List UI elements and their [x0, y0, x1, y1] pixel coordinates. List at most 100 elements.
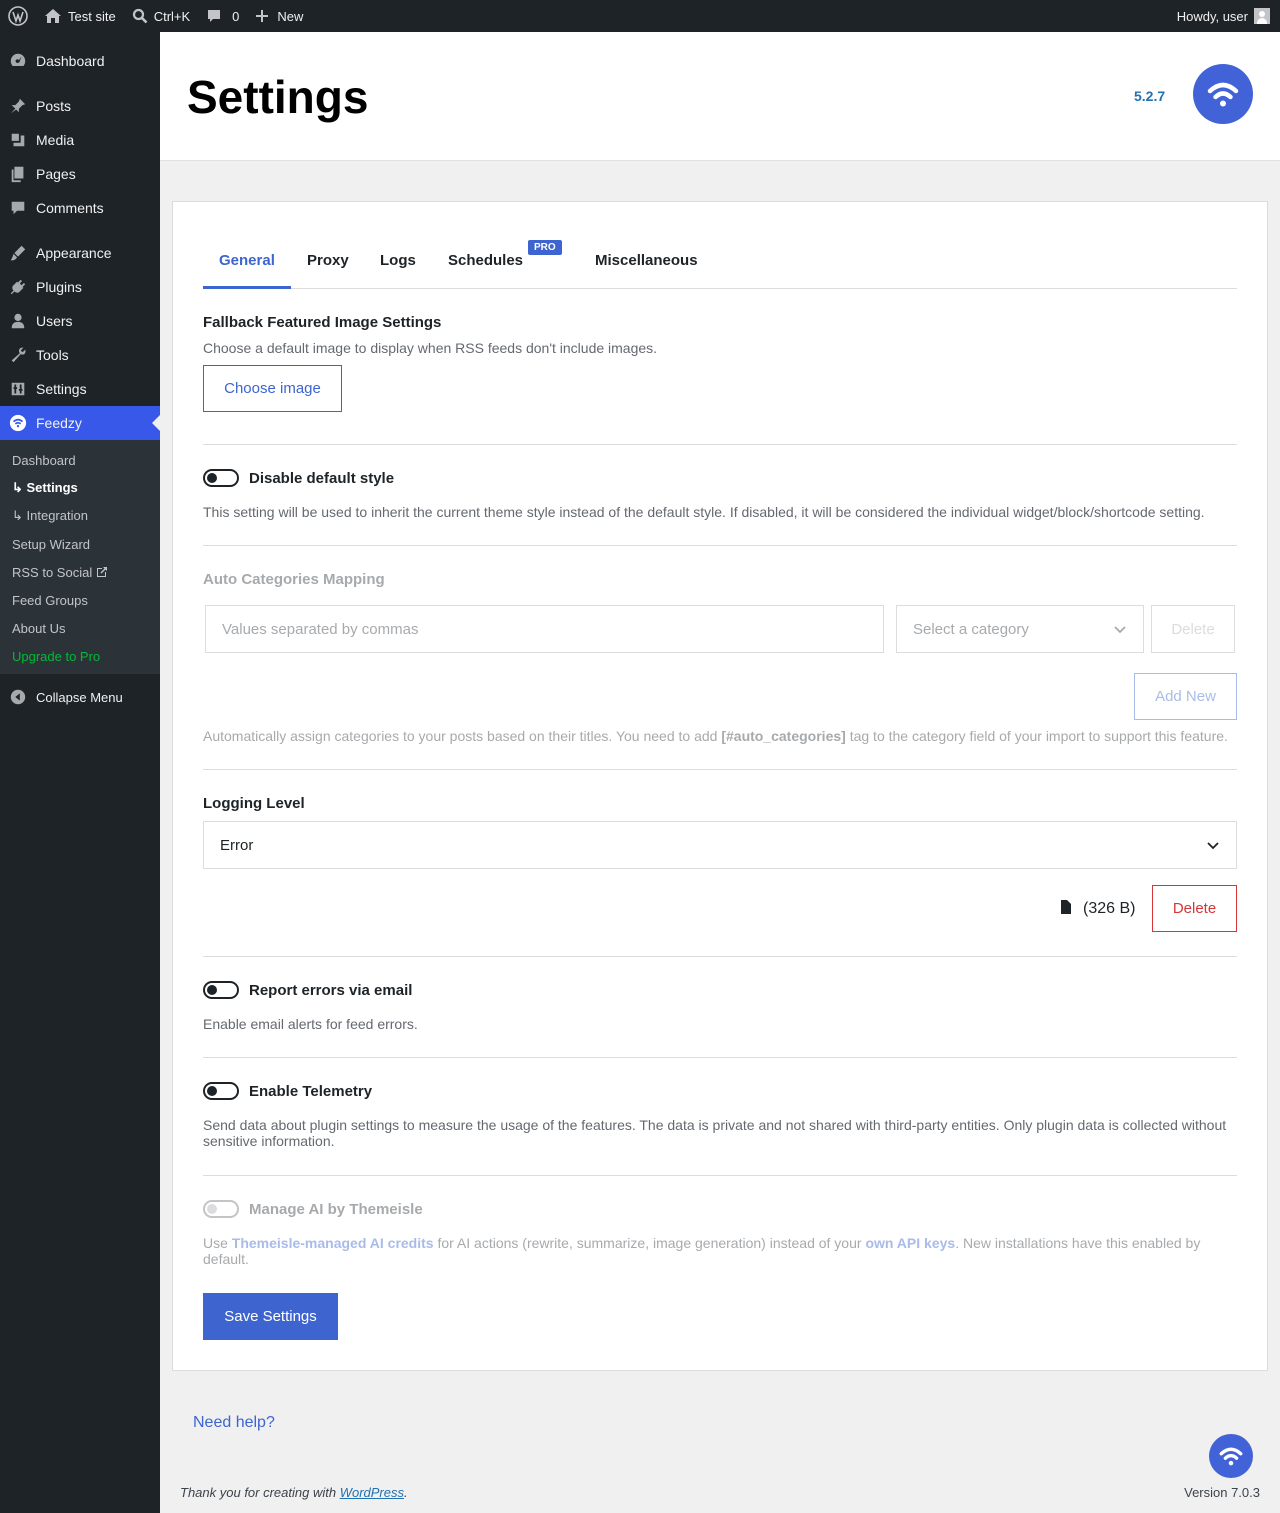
manage-ai-toggle[interactable] [203, 1200, 239, 1218]
category-values-placeholder: Values separated by commas [222, 620, 419, 638]
sidebar-item-settings[interactable]: Settings [0, 372, 160, 406]
logging-level-value: Error [220, 836, 254, 854]
disable-style-label: Disable default style [249, 470, 395, 487]
wordpress-logo-icon[interactable] [0, 0, 36, 32]
collapse-label: Collapse Menu [36, 689, 123, 705]
disable-style-description: This setting will be used to inherit the… [203, 504, 1205, 520]
submenu-item-integration[interactable]: ↳ Integration [0, 502, 160, 530]
brush-icon [0, 244, 36, 262]
footer-version: Version 7.0.3 [1184, 1485, 1260, 1500]
sidebar-item-label: Media [36, 132, 75, 148]
tab-logs[interactable]: Logs [364, 240, 432, 289]
disable-style-toggle[interactable] [203, 469, 239, 487]
feedzy-submenu: Dashboard ↳ Settings ↳ Integration Setup… [0, 440, 160, 674]
feedzy-help-button[interactable] [1209, 1434, 1253, 1478]
account-menu[interactable]: Howdy, user [1169, 0, 1280, 32]
comment-icon [0, 199, 36, 217]
comments-count: 0 [232, 8, 240, 24]
sidebar-item-label: Settings [36, 381, 87, 397]
feedzy-logo-icon [1193, 64, 1253, 124]
admin-bar: Test site Ctrl+K 0 New Howdy, user [0, 0, 1280, 32]
comments-link[interactable]: 0 [198, 0, 247, 32]
sidebar-item-label: Feedzy [36, 415, 82, 431]
wordpress-link[interactable]: WordPress [340, 1485, 404, 1500]
divider [203, 956, 1237, 957]
report-errors-label: Report errors via email [249, 982, 413, 999]
sidebar-item-dashboard[interactable]: Dashboard [0, 44, 160, 78]
collapse-icon [0, 688, 36, 706]
sidebar-item-pages[interactable]: Pages [0, 157, 160, 191]
need-help-link[interactable]: Need help? [193, 1414, 275, 1432]
new-content-link[interactable]: New [247, 0, 311, 32]
collapse-menu-button[interactable]: Collapse Menu [0, 680, 160, 714]
page-header: Settings 5.2.7 [160, 32, 1280, 161]
chevron-down-icon [1207, 842, 1219, 850]
tab-miscellaneous[interactable]: Miscellaneous [579, 240, 714, 289]
desc-text: tag to the category field of your import… [845, 728, 1228, 744]
sidebar-item-plugins[interactable]: Plugins [0, 270, 160, 304]
logging-level-select[interactable]: Error [203, 821, 1237, 869]
own-api-keys-link[interactable]: own API keys [865, 1235, 955, 1251]
sidebar-item-label: Tools [36, 347, 69, 363]
save-settings-button[interactable]: Save Settings [203, 1293, 338, 1340]
telemetry-toggle[interactable] [203, 1082, 239, 1100]
wrench-icon [0, 346, 36, 364]
settings-tabs: General Proxy Logs Schedules PRO Miscell… [203, 240, 1237, 289]
add-new-button[interactable]: Add New [1134, 673, 1237, 720]
sidebar-item-label: Plugins [36, 279, 82, 295]
category-select[interactable]: Select a category [896, 605, 1144, 653]
sidebar-item-label: Pages [36, 166, 76, 182]
sidebar-item-media[interactable]: Media [0, 123, 160, 157]
log-file-size: (326 B) [1083, 900, 1136, 917]
divider [203, 444, 1237, 445]
file-icon [1061, 900, 1071, 914]
chevron-down-icon [1114, 626, 1126, 634]
footer-text: . [404, 1485, 408, 1500]
report-errors-toggle[interactable] [203, 981, 239, 999]
report-errors-description: Enable email alerts for feed errors. [203, 1016, 418, 1032]
telemetry-label: Enable Telemetry [249, 1083, 373, 1100]
search-icon [132, 8, 148, 24]
tab-schedules[interactable]: Schedules [432, 240, 539, 289]
version-label: 5.2.7 [1134, 88, 1166, 104]
desc-text: for AI actions (rewrite, summarize, imag… [433, 1235, 866, 1251]
delete-log-button[interactable]: Delete [1152, 885, 1237, 932]
footer-text: Thank you for creating with [180, 1485, 340, 1500]
site-name-link[interactable]: Test site [36, 0, 124, 32]
themeisle-credits-link[interactable]: Themeisle-managed AI credits [232, 1235, 434, 1251]
manage-ai-label: Manage AI by Themeisle [249, 1201, 423, 1218]
submenu-item-feed-groups[interactable]: Feed Groups [0, 586, 160, 614]
search-button[interactable]: Ctrl+K [124, 0, 198, 32]
sidebar-item-appearance[interactable]: Appearance [0, 236, 160, 270]
sidebar-item-posts[interactable]: Posts [0, 89, 160, 123]
submenu-item-settings[interactable]: ↳ Settings [0, 474, 160, 502]
sliders-icon [0, 380, 36, 398]
greeting: Howdy, user [1176, 8, 1248, 24]
sidebar-item-comments[interactable]: Comments [0, 191, 160, 225]
tab-proxy[interactable]: Proxy [291, 240, 365, 289]
choose-image-button[interactable]: Choose image [203, 365, 342, 412]
external-link-icon [97, 567, 108, 577]
submenu-item-about-us[interactable]: About Us [0, 614, 160, 642]
submenu-item-setup-wizard[interactable]: Setup Wizard [0, 530, 160, 558]
submenu-item-dashboard[interactable]: Dashboard [0, 446, 160, 474]
plug-icon [0, 278, 36, 296]
sidebar-item-feedzy[interactable]: Feedzy [0, 406, 160, 440]
category-values-input[interactable]: Values separated by commas [205, 605, 884, 653]
sidebar-item-tools[interactable]: Tools [0, 338, 160, 372]
tab-general[interactable]: General [203, 240, 291, 289]
fallback-image-title: Fallback Featured Image Settings [203, 314, 442, 331]
submenu-item-upgrade[interactable]: Upgrade to Pro [0, 642, 160, 670]
footer-thanks: Thank you for creating with WordPress. [180, 1485, 408, 1500]
sidebar-item-label: Appearance [36, 245, 112, 261]
feedzy-icon [0, 414, 36, 432]
pin-icon [0, 97, 36, 115]
submenu-item-rss-to-social[interactable]: RSS to Social [0, 558, 160, 586]
desc-text: Automatically assign categories to your … [203, 728, 722, 744]
pro-badge: PRO [528, 240, 562, 255]
media-icon [0, 131, 36, 149]
sidebar-item-users[interactable]: Users [0, 304, 160, 338]
desc-text: Use [203, 1235, 232, 1251]
category-delete-button[interactable]: Delete [1151, 605, 1235, 653]
logging-level-title: Logging Level [203, 795, 305, 812]
